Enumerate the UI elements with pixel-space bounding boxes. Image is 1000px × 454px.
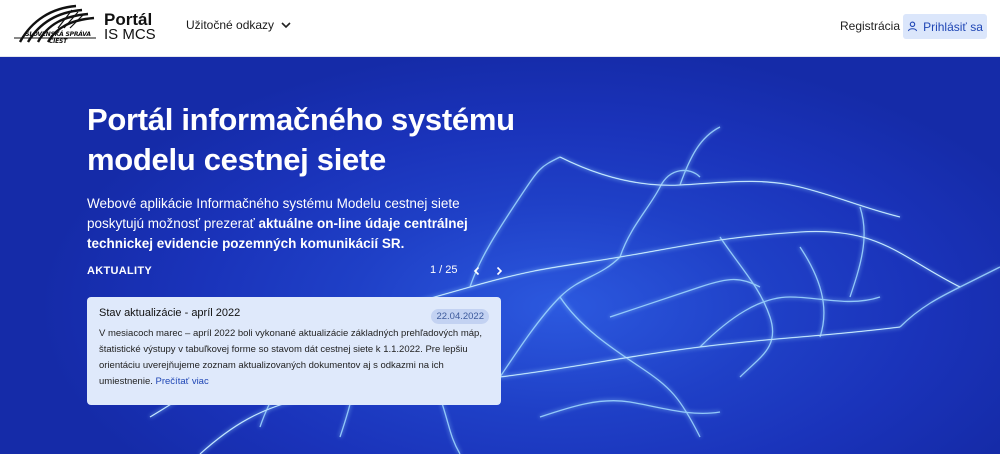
portal-title-sub: IS MCS bbox=[104, 26, 156, 43]
news-section-label: AKTUALITY bbox=[87, 265, 153, 277]
user-icon bbox=[907, 21, 918, 32]
top-header: SLOVENSKÁ SPRÁVA CIEST Portál IS MCS Uži… bbox=[0, 0, 1000, 57]
chevron-left-icon[interactable] bbox=[470, 264, 484, 278]
news-card: Stav aktualizácie - apríl 2022 22.04.202… bbox=[87, 297, 501, 405]
logo-caption: SLOVENSKÁ SPRÁVA CIEST bbox=[25, 31, 91, 45]
useful-links-label: Užitočné odkazy bbox=[186, 18, 275, 32]
login-button[interactable]: Prihlásiť sa bbox=[903, 14, 987, 39]
register-link[interactable]: Registrácia bbox=[840, 19, 900, 33]
portal-title-main: Portál bbox=[104, 10, 153, 29]
portal-title[interactable]: Portál IS MCS bbox=[104, 10, 156, 43]
hero-description: Webové aplikácie Informačného systému Mo… bbox=[87, 194, 517, 254]
hero-section: Portál informačného systému modelu cestn… bbox=[0, 57, 1000, 454]
login-label: Prihlásiť sa bbox=[923, 19, 983, 34]
chevron-right-icon[interactable] bbox=[492, 264, 506, 278]
news-pager: 1 / 25 bbox=[430, 264, 458, 276]
read-more-link[interactable]: Prečítať viac bbox=[156, 376, 209, 387]
useful-links-dropdown[interactable]: Užitočné odkazy bbox=[186, 18, 292, 32]
ssc-logo[interactable]: SLOVENSKÁ SPRÁVA CIEST bbox=[12, 2, 98, 52]
news-card-body: V mesiacoch marec – apríl 2022 boli vyko… bbox=[99, 326, 491, 390]
news-date-badge: 22.04.2022 bbox=[431, 309, 489, 324]
chevron-down-icon bbox=[281, 22, 291, 29]
hero-title: Portál informačného systému modelu cestn… bbox=[87, 102, 515, 177]
